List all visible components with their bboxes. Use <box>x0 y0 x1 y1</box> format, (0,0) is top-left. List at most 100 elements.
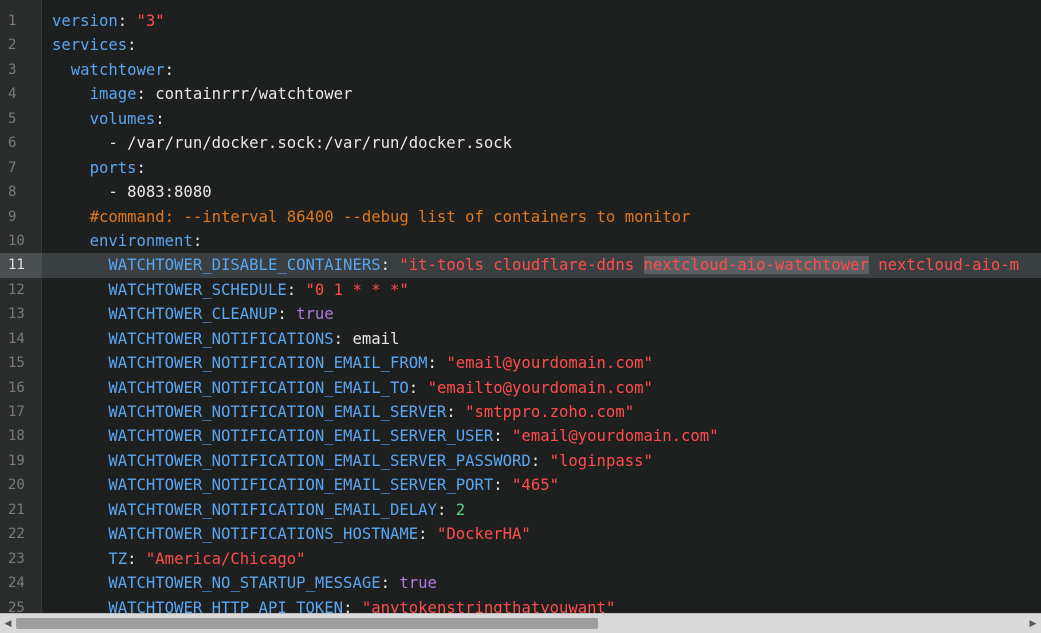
code-line[interactable]: 21 WATCHTOWER_NOTIFICATION_EMAIL_DELAY: … <box>0 498 1041 522</box>
line-number: 11 <box>0 253 42 278</box>
yaml-text: - 8083:8080 <box>52 183 212 202</box>
horizontal-scrollbar[interactable]: ◀ ▶ <box>0 613 1041 633</box>
line-number: 19 <box>8 452 25 469</box>
yaml-punctuation: : <box>117 12 137 30</box>
code-line[interactable]: 18 WATCHTOWER_NOTIFICATION_EMAIL_SERVER_… <box>0 424 1041 448</box>
line-content[interactable]: WATCHTOWER_HTTP_API_TOKEN: "anytokenstri… <box>52 596 615 614</box>
line-number: 24 <box>8 575 25 592</box>
yaml-punctuation: : <box>530 451 550 470</box>
yaml-number: 2 <box>455 500 466 519</box>
yaml-key: environment <box>89 231 193 250</box>
code-line[interactable]: 6 - /var/run/docker.sock:/var/run/docker… <box>0 131 1041 155</box>
yaml-punctuation: : <box>427 354 447 373</box>
code-line[interactable]: 9 #command: --interval 86400 --debug lis… <box>0 205 1041 229</box>
yaml-key: WATCHTOWER_NOTIFICATIONS <box>108 329 334 348</box>
yaml-key: WATCHTOWER_NOTIFICATION_EMAIL_SERVER_USE… <box>108 427 494 446</box>
line-content[interactable]: environment: <box>52 229 203 253</box>
yaml-text <box>52 232 90 250</box>
yaml-key: WATCHTOWER_NOTIFICATION_EMAIL_SERVER_POR… <box>108 476 494 495</box>
yaml-string: "it-tools cloudflare-ddns <box>399 256 644 275</box>
line-number: 3 <box>8 61 17 78</box>
code-line[interactable]: 20 WATCHTOWER_NOTIFICATION_EMAIL_SERVER_… <box>0 473 1041 497</box>
yaml-string: "465" <box>512 476 559 495</box>
code-line[interactable]: 4 image: containrrr/watchtower <box>0 82 1041 106</box>
yaml-text <box>52 379 108 397</box>
code-line[interactable]: 25 WATCHTOWER_HTTP_API_TOKEN: "anytokens… <box>0 596 1041 614</box>
yaml-punctuation: : <box>277 305 297 324</box>
selected-text: nextcloud-aio-watchtower <box>643 256 869 275</box>
code-line[interactable]: 1 version: "3" <box>0 9 1041 33</box>
line-content[interactable]: - 8083:8080 <box>52 180 212 204</box>
code-line[interactable]: 3 watchtower: <box>0 58 1041 82</box>
code-line[interactable]: 5 volumes: <box>0 107 1041 131</box>
line-content[interactable]: version: "3" <box>52 9 165 33</box>
scrollbar-thumb[interactable] <box>16 618 598 629</box>
code-area[interactable]: 1 version: "3" 2 services: 3 watchtower: 4 im… <box>0 9 1041 613</box>
line-content[interactable]: WATCHTOWER_NOTIFICATION_EMAIL_SERVER_USE… <box>52 424 719 448</box>
code-line[interactable]: 16 WATCHTOWER_NOTIFICATION_EMAIL_TO: "em… <box>0 376 1041 400</box>
line-content[interactable]: WATCHTOWER_SCHEDULE: "0 1 * * *" <box>52 278 408 302</box>
code-line[interactable]: 14 WATCHTOWER_NOTIFICATIONS: email <box>0 327 1041 351</box>
code-line[interactable]: 17 WATCHTOWER_NOTIFICATION_EMAIL_SERVER:… <box>0 400 1041 424</box>
code-line[interactable]: 24 WATCHTOWER_NO_STARTUP_MESSAGE: true <box>0 571 1041 595</box>
line-content[interactable]: #command: --interval 86400 --debug list … <box>52 205 691 229</box>
code-line[interactable]: 13 WATCHTOWER_CLEANUP: true <box>0 302 1041 326</box>
line-number: 21 <box>8 501 25 518</box>
yaml-text <box>52 599 108 614</box>
line-content[interactable]: - /var/run/docker.sock:/var/run/docker.s… <box>52 131 512 155</box>
code-line[interactable]: 19 WATCHTOWER_NOTIFICATION_EMAIL_SERVER_… <box>0 449 1041 473</box>
line-number: 16 <box>8 379 25 396</box>
yaml-text <box>52 281 108 299</box>
line-content[interactable]: WATCHTOWER_NOTIFICATION_EMAIL_SERVER_PAS… <box>52 449 653 473</box>
yaml-punctuation: : <box>446 403 466 421</box>
yaml-string: "America/Chicago" <box>145 549 306 568</box>
yaml-text <box>52 550 108 568</box>
line-number: 25 <box>8 599 25 614</box>
code-line[interactable]: 22 WATCHTOWER_NOTIFICATIONS_HOSTNAME: "D… <box>0 522 1041 546</box>
code-line[interactable]: 7 ports: <box>0 156 1041 180</box>
yaml-text <box>52 452 108 470</box>
yaml-punctuation: : <box>127 36 137 55</box>
line-content[interactable]: WATCHTOWER_CLEANUP: true <box>52 302 333 326</box>
line-number: 12 <box>8 281 25 298</box>
yaml-string: nextcloud-aio-m <box>868 256 1020 275</box>
line-content[interactable]: WATCHTOWER_NOTIFICATION_EMAIL_TO: "email… <box>52 376 653 400</box>
code-line[interactable]: 8 - 8083:8080 <box>0 180 1041 204</box>
line-content[interactable]: TZ: "America/Chicago" <box>52 547 306 571</box>
code-line[interactable]: 12 WATCHTOWER_SCHEDULE: "0 1 * * *" <box>0 278 1041 302</box>
line-number: 8 <box>8 184 17 201</box>
line-number: 7 <box>8 159 17 176</box>
yaml-string: "smtppro.zoho.com" <box>465 403 635 421</box>
line-content[interactable]: WATCHTOWER_NOTIFICATION_EMAIL_DELAY: 2 <box>52 498 465 522</box>
line-content[interactable]: WATCHTOWER_NOTIFICATION_EMAIL_FROM: "ema… <box>52 351 653 375</box>
yaml-key: services <box>52 36 128 55</box>
line-content[interactable]: WATCHTOWER_NOTIFICATION_EMAIL_SERVER_POR… <box>52 473 559 497</box>
code-line[interactable]: 15 WATCHTOWER_NOTIFICATION_EMAIL_FROM: "… <box>0 351 1041 375</box>
code-line[interactable]: 2 services: <box>0 33 1041 57</box>
code-editor[interactable]: 1 version: "3" 2 services: 3 watchtower: 4 im… <box>0 0 1041 633</box>
yaml-key: image <box>89 85 137 104</box>
yaml-string: "3" <box>136 12 165 30</box>
code-line[interactable]: 23 TZ: "America/Chicago" <box>0 547 1041 571</box>
yaml-punctuation: : <box>436 500 456 519</box>
scroll-right-arrow-icon[interactable]: ▶ <box>1027 617 1039 631</box>
code-line[interactable]: 11 WATCHTOWER_DISABLE_CONTAINERS: "it-to… <box>0 253 1041 278</box>
line-content[interactable]: WATCHTOWER_NO_STARTUP_MESSAGE: true <box>52 571 437 595</box>
line-content[interactable]: image: containrrr/watchtower <box>52 82 353 106</box>
line-content[interactable]: volumes: <box>52 107 165 131</box>
yaml-string: "email@yourdomain.com" <box>512 427 719 446</box>
line-content[interactable]: ports: <box>52 156 146 180</box>
yaml-string: "anytokenstringthatyouwant" <box>361 598 616 614</box>
yaml-punctuation: : <box>136 158 146 177</box>
line-content[interactable]: services: <box>52 33 137 57</box>
code-line[interactable]: 10 environment: <box>0 229 1041 253</box>
yaml-key: WATCHTOWER_NO_STARTUP_MESSAGE <box>108 574 381 593</box>
yaml-punctuation: : <box>127 549 146 568</box>
line-content[interactable]: watchtower: <box>52 58 174 82</box>
scroll-left-arrow-icon[interactable]: ◀ <box>2 617 14 631</box>
line-content[interactable]: WATCHTOWER_NOTIFICATIONS_HOSTNAME: "Dock… <box>52 522 530 546</box>
line-content[interactable]: WATCHTOWER_DISABLE_CONTAINERS: "it-tools… <box>52 253 1019 277</box>
line-content[interactable]: WATCHTOWER_NOTIFICATION_EMAIL_SERVER: "s… <box>52 400 634 424</box>
line-content[interactable]: WATCHTOWER_NOTIFICATIONS: email <box>52 327 399 351</box>
yaml-boolean: true <box>399 574 437 593</box>
